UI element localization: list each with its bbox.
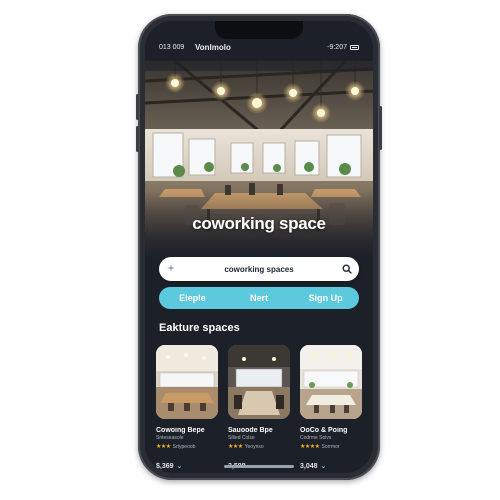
space-thumbnail xyxy=(300,345,362,419)
search-bar[interactable]: coworking spaces xyxy=(159,257,359,281)
star-rating-icon: ★★★ xyxy=(156,444,171,450)
chevron-down-icon: ⌄ xyxy=(320,463,327,470)
hero-title: coworking space xyxy=(192,214,326,233)
space-price: $,369 xyxy=(156,462,174,470)
space-rating: ★★★★ Sorrmor xyxy=(300,443,362,451)
sign-up-button[interactable]: Sign Up xyxy=(292,293,359,303)
star-rating-icon: ★★★★ xyxy=(300,444,320,450)
star-rating-icon: ★★★ xyxy=(228,444,243,450)
space-thumbnail xyxy=(156,345,218,419)
space-subtitle: Snteseasole xyxy=(156,435,184,441)
section-title: Eakture spaces xyxy=(159,322,240,334)
space-rating: ★★★ Yeoynso xyxy=(228,443,290,451)
space-reviews: Yeoynso xyxy=(244,443,264,450)
space-reviews: Sorrmor xyxy=(321,443,340,450)
search-icon[interactable] xyxy=(335,264,359,274)
status-right-text: -9:207 xyxy=(327,43,347,51)
home-indicator xyxy=(224,465,294,468)
space-name: Sauoode Bpe xyxy=(228,427,273,434)
status-right: -9:207 xyxy=(327,44,359,51)
space-thumbnail xyxy=(228,345,290,419)
chevron-down-icon: ⌄ xyxy=(176,463,183,470)
action-bar: Eleple Nert Sign Up xyxy=(159,287,359,309)
space-price-row: 3,048 ⌄ xyxy=(300,462,362,471)
stage: 013 009 Vonlmolo -9:207 coworking space … xyxy=(0,0,500,500)
space-price-row: $,369 ⌄ xyxy=(156,462,218,471)
volume-button xyxy=(136,126,139,152)
space-reviews: Srtypeoob xyxy=(172,443,196,450)
space-card[interactable]: OoCo & Poing Codrme Solvs ★★★★ Sorrmor 3… xyxy=(300,345,362,470)
space-rating: ★★★ Srtypeoob xyxy=(156,443,218,451)
status-time: 013 009 xyxy=(159,43,185,51)
space-subtitle: Silted Colse xyxy=(228,435,255,441)
next-button[interactable]: Nert xyxy=(226,293,293,303)
phone-frame: 013 009 Vonlmolo -9:207 coworking space … xyxy=(136,14,382,480)
sparkle-icon xyxy=(159,264,183,274)
space-card[interactable]: Cowoing Bepe Snteseasole ★★★ Srtypeoob $… xyxy=(156,345,218,470)
battery-icon xyxy=(350,44,359,50)
volume-button xyxy=(136,94,139,120)
space-price: 3,048 xyxy=(300,462,318,470)
app-screen: 013 009 Vonlmolo -9:207 coworking space … xyxy=(145,21,373,473)
space-subtitle: Codrme Solvs xyxy=(300,435,332,441)
space-name: Cowoing Bepe xyxy=(156,427,205,434)
search-input[interactable]: coworking spaces xyxy=(183,265,335,274)
featured-spaces-list: Cowoing Bepe Snteseasole ★★★ Srtypeoob $… xyxy=(156,345,366,470)
power-button xyxy=(379,106,382,150)
space-name: OoCo & Poing xyxy=(300,427,348,434)
explore-button[interactable]: Eleple xyxy=(159,293,226,303)
space-card[interactable]: Sauoode Bpe Silted Colse ★★★ Yeoynso 2,5… xyxy=(228,345,290,470)
status-carrier: Vonlmolo xyxy=(195,42,231,52)
status-bar: 013 009 Vonlmolo -9:207 xyxy=(159,41,359,53)
notch xyxy=(215,21,303,39)
